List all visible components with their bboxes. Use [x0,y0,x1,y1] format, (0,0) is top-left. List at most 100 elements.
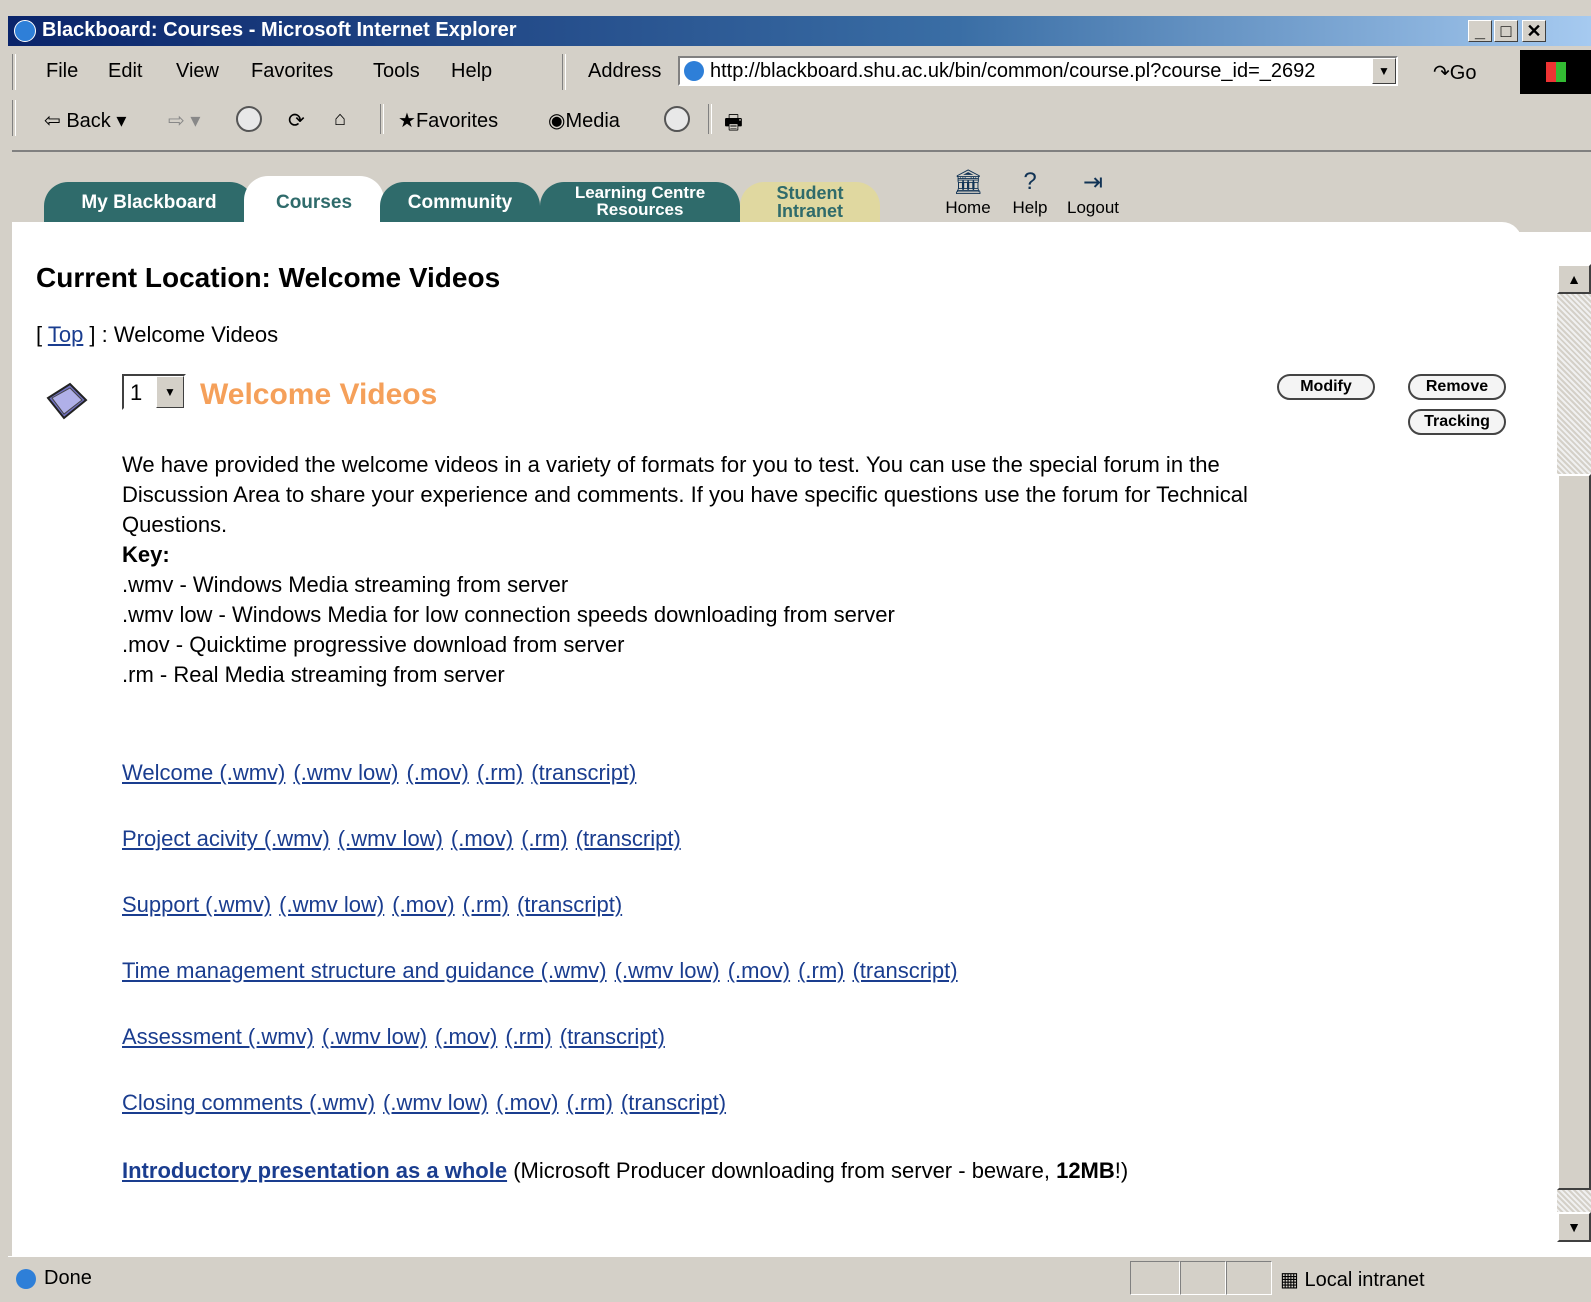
video-row: Project acivity (.wmv) (.wmv low) (.mov) (.… [122,826,681,852]
video-link-wmv-low[interactable]: (.wmv low) [293,760,398,785]
windows-logo-icon [1520,50,1591,94]
vertical-scrollbar[interactable]: ▲ ▼ [1557,264,1591,1242]
ie-icon [14,20,36,42]
title-bar: Blackboard: Courses - Microsoft Internet… [8,16,1591,46]
tab-student-intranet[interactable]: Student Intranet [740,182,880,224]
toolbar-separator [708,104,712,134]
menu-separator [12,54,16,90]
order-select[interactable]: 1 ▼ [122,374,186,410]
chevron-down-icon[interactable]: ▼ [156,376,184,408]
address-dropdown-button[interactable]: ▼ [1372,58,1396,84]
modify-button[interactable]: Modify [1277,374,1375,400]
video-link-mov[interactable]: (.mov) [728,958,790,983]
video-link-transcript[interactable]: (transcript) [621,1090,726,1115]
video-link-rm[interactable]: (.rm) [463,892,509,917]
back-button[interactable]: ⇦ Back ▾ [44,108,126,133]
help-label: Help [1012,198,1048,217]
tab-my-blackboard[interactable]: My Blackboard [44,182,254,224]
close-button[interactable]: ✕ [1522,20,1546,42]
media-button[interactable]: ◉Media [548,108,620,133]
menu-favorites[interactable]: Favorites [251,60,333,83]
scroll-up-icon[interactable]: ▲ [1557,264,1591,294]
breadcrumb-top-link[interactable]: Top [48,322,83,347]
breadcrumb-open: [ [36,322,48,347]
remove-button[interactable]: Remove [1408,374,1506,400]
video-link-mov[interactable]: (.mov) [407,760,469,785]
back-label: Back [66,110,111,132]
menu-view[interactable]: View [176,60,219,83]
video-link-transcript[interactable]: (transcript) [852,958,957,983]
video-link-wmv-low[interactable]: (.wmv low) [338,826,443,851]
stop-icon[interactable] [236,106,262,132]
item-body: We have provided the welcome videos in a… [122,450,1272,690]
security-zone: ▦ Local intranet [1280,1267,1425,1292]
video-link-transcript[interactable]: (transcript) [531,760,636,785]
scroll-down-icon[interactable]: ▼ [1557,1212,1591,1242]
refresh-icon[interactable]: ⟳ [288,108,305,133]
video-link-wmv[interactable]: Support (.wmv) [122,892,271,917]
tab-label: Student [776,183,844,203]
video-row: Support (.wmv) (.wmv low) (.mov) (.rm) (tran… [122,892,622,918]
home-link[interactable]: 🏛 Home [940,168,996,218]
intro-presentation-row: Introductory presentation as a whole (Mi… [122,1156,1242,1186]
status-cell [1130,1261,1180,1295]
home-label: Home [945,198,991,217]
video-link-wmv[interactable]: Welcome (.wmv) [122,760,285,785]
logout-link[interactable]: ⇥ Logout [1058,168,1128,218]
blackboard-nav: My Blackboard Courses Community Learning… [12,152,1591,232]
video-link-transcript[interactable]: (transcript) [560,1024,665,1049]
intro-presentation-end: !) [1114,1158,1129,1183]
home-icon[interactable]: ⌂ [334,108,346,131]
toolbar-separator [380,104,384,134]
tab-courses[interactable]: Courses [244,176,384,224]
intro-presentation-link[interactable]: Introductory presentation as a whole [122,1158,507,1183]
video-link-wmv-low[interactable]: (.wmv low) [615,958,720,983]
tab-learning-centre-resources[interactable]: Learning Centre Resources [540,182,740,224]
video-link-mov[interactable]: (.mov) [435,1024,497,1049]
favorites-button[interactable]: ★Favorites [398,108,498,133]
tab-community[interactable]: Community [380,182,540,224]
maximize-button[interactable]: □ [1494,20,1518,42]
favorites-label: Favorites [415,110,499,132]
go-button[interactable]: ↷Go [1433,60,1476,85]
minimize-button[interactable]: _ [1468,20,1492,42]
video-link-rm[interactable]: (.rm) [477,760,523,785]
history-icon[interactable] [664,106,690,132]
tracking-button[interactable]: Tracking [1408,409,1506,435]
key-line: .rm - Real Media streaming from server [122,662,505,687]
menu-separator [562,54,566,90]
video-link-wmv[interactable]: Closing comments (.wmv) [122,1090,375,1115]
address-field[interactable]: http://blackboard.shu.ac.uk/bin/common/c… [678,56,1398,86]
menu-help[interactable]: Help [451,60,492,83]
video-link-transcript[interactable]: (transcript) [576,826,681,851]
video-link-wmv-low[interactable]: (.wmv low) [279,892,384,917]
address-url[interactable]: http://blackboard.shu.ac.uk/bin/common/c… [710,60,1360,83]
status-cell [1180,1261,1226,1295]
menu-bar: File Edit View Favorites Tools Help Addr… [8,50,1591,94]
tab-label-line2: Intranet [776,201,843,221]
video-link-wmv-low[interactable]: (.wmv low) [322,1024,427,1049]
video-link-wmv[interactable]: Assessment (.wmv) [122,1024,314,1049]
help-link[interactable]: ? Help [1008,168,1052,218]
video-link-wmv[interactable]: Project acivity (.wmv) [122,826,330,851]
video-link-wmv-low[interactable]: (.wmv low) [383,1090,488,1115]
video-link-rm[interactable]: (.rm) [566,1090,612,1115]
print-icon[interactable]: 🖶 [724,108,743,142]
video-link-transcript[interactable]: (transcript) [517,892,622,917]
video-link-mov[interactable]: (.mov) [392,892,454,917]
breadcrumb-current: ] : Welcome Videos [83,322,279,347]
video-link-rm[interactable]: (.rm) [521,826,567,851]
menu-edit[interactable]: Edit [108,60,142,83]
zone-label: Local intranet [1304,1269,1425,1291]
favorites-icon: ★ [398,110,416,132]
menu-tools[interactable]: Tools [373,60,420,83]
video-link-rm[interactable]: (.rm) [505,1024,551,1049]
scroll-thumb[interactable] [1557,474,1591,1190]
video-link-wmv[interactable]: Time management structure and guidance (… [122,958,607,983]
tab-label: Community [407,192,513,213]
menu-file[interactable]: File [46,60,78,83]
forward-button[interactable]: ⇨ ▾ [168,108,200,133]
video-link-mov[interactable]: (.mov) [496,1090,558,1115]
video-link-rm[interactable]: (.rm) [798,958,844,983]
video-link-mov[interactable]: (.mov) [451,826,513,851]
